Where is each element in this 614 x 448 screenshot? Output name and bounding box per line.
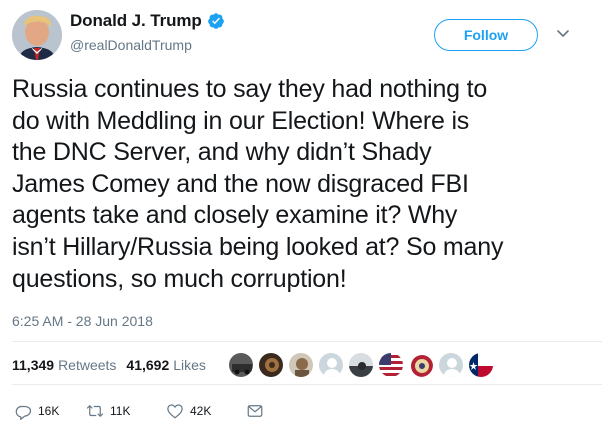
envelope-icon (247, 405, 263, 417)
follow-button[interactable]: Follow (434, 19, 538, 51)
tweet-text-line: isn’t Hillary/Russia being looked at? So… (12, 232, 504, 261)
default-avatar-icon[interactable] (438, 352, 464, 378)
user-handle[interactable]: @realDonaldTrump (70, 37, 192, 53)
verified-badge-icon (207, 13, 224, 29)
liker-avatar[interactable] (258, 352, 284, 378)
tweet-text-line: agents take and closely examine it? Why (12, 201, 458, 230)
direct-message-button[interactable] (246, 402, 270, 420)
reply-count: 16K (38, 404, 60, 418)
default-avatar-icon[interactable] (318, 352, 344, 378)
likes-label[interactable]: Likes (173, 357, 206, 373)
tweet-text: Russia continues to say they had nothing… (12, 74, 602, 295)
retweets-label[interactable]: Retweets (58, 357, 116, 373)
tweet-text-line: the DNC Server, and why didn’t Shady (12, 138, 432, 167)
liker-avatars (228, 352, 498, 378)
liker-avatar[interactable] (348, 352, 374, 378)
tweet-stats: 11,349 Retweets 41,692 Likes (12, 357, 206, 373)
tweet-actions: 16K 11K 42K (14, 402, 270, 420)
seal-avatar[interactable] (408, 352, 434, 378)
name-row: Donald J. Trump (70, 11, 225, 31)
heart-icon (167, 404, 183, 419)
tweet-text-line: questions, so much corruption! (12, 264, 347, 293)
reply-icon (15, 405, 32, 420)
divider (12, 384, 602, 385)
chevron-down-icon[interactable] (556, 29, 570, 39)
divider (12, 341, 602, 342)
liker-avatar[interactable] (228, 352, 254, 378)
like-button[interactable]: 42K (166, 402, 246, 420)
retweet-count: 11K (110, 404, 131, 418)
display-name[interactable]: Donald J. Trump (70, 11, 202, 31)
liker-avatar[interactable] (288, 352, 314, 378)
like-count: 42K (190, 404, 212, 418)
tweet-text-line: James Comey and the now disgraced FBI (12, 169, 469, 198)
flag-avatar[interactable] (378, 352, 404, 378)
avatar[interactable] (12, 10, 62, 60)
retweet-button[interactable]: 11K (86, 402, 166, 420)
retweets-count[interactable]: 11,349 (12, 357, 54, 373)
texas-flag-avatar[interactable] (468, 352, 494, 378)
tweet-text-line: Russia continues to say they had nothing… (12, 75, 488, 103)
tweet-timestamp[interactable]: 6:25 AM - 28 Jun 2018 (12, 313, 153, 329)
reply-button[interactable]: 16K (14, 402, 86, 420)
tweet-text-line: do with Meddling in our Election! Where … (12, 106, 470, 135)
tweet-card: Donald J. Trump @realDonaldTrump Follow … (0, 0, 614, 448)
retweet-icon (86, 405, 104, 417)
likes-count[interactable]: 41,692 (126, 357, 169, 373)
